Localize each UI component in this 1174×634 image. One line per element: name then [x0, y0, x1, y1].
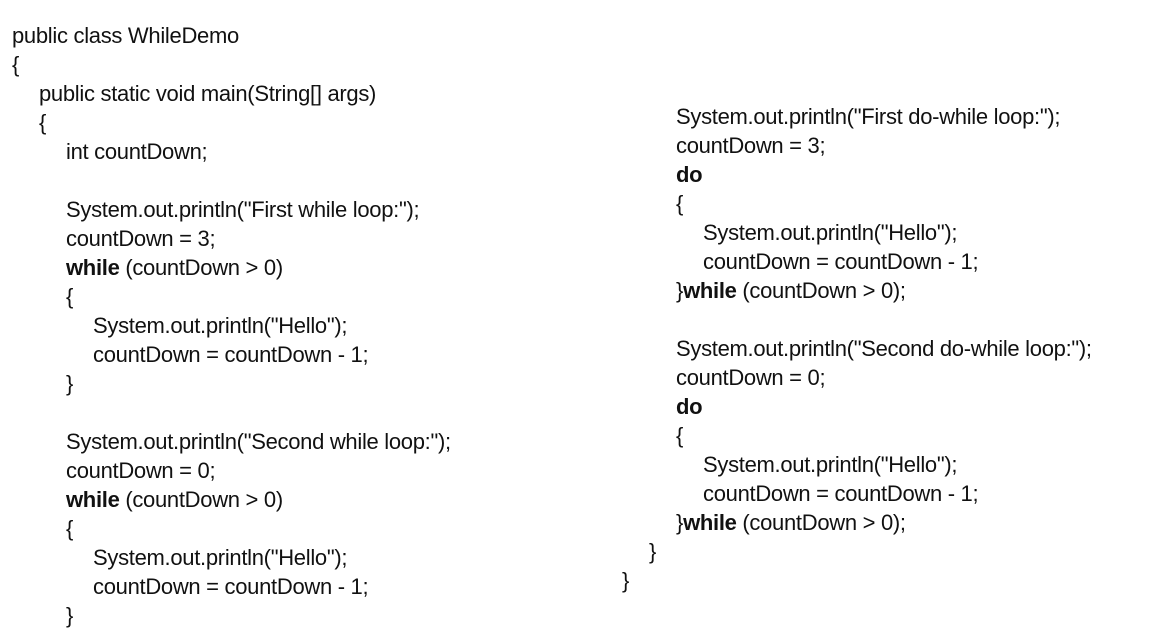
code-line: System.out.println("Second do-while loop… [676, 336, 1092, 362]
code-text: System.out.println("Hello"); [703, 220, 958, 245]
code-line: } [66, 603, 73, 629]
code-text: (countDown > 0); [736, 278, 906, 303]
code-text: (countDown > 0) [119, 487, 283, 512]
keyword-while: while [683, 278, 737, 303]
code-line: countDown = 0; [676, 365, 826, 391]
code-line: countDown = countDown - 1; [703, 249, 979, 275]
code-line: System.out.println("First while loop:"); [66, 197, 420, 223]
code-line: { [66, 284, 73, 310]
code-text: countDown = 0; [66, 458, 216, 483]
code-line: System.out.println("Hello"); [93, 545, 348, 571]
code-line: System.out.println("Hello"); [93, 313, 348, 339]
code-line: { [39, 110, 46, 136]
code-line: System.out.println("Hello"); [703, 452, 958, 478]
code-line: { [676, 191, 683, 217]
keyword-while: while [66, 255, 120, 280]
code-line: } [66, 371, 73, 397]
code-text: { [66, 516, 74, 541]
code-line: System.out.println("Hello"); [703, 220, 958, 246]
code-text: System.out.println("First do-while loop:… [676, 104, 1061, 129]
code-line: do [676, 162, 703, 188]
code-text: public static void main(String[] args) [39, 81, 377, 106]
code-line: System.out.println("First do-while loop:… [676, 104, 1060, 130]
code-line: countDown = 0; [66, 458, 216, 484]
code-line: countDown = countDown - 1; [93, 574, 369, 600]
code-text: { [39, 110, 47, 135]
code-text: { [12, 52, 20, 77]
code-text: countDown = countDown - 1; [93, 574, 369, 599]
keyword-do: do [676, 162, 703, 187]
keyword-do: do [676, 394, 703, 419]
code-text: System.out.println("First while loop:"); [66, 197, 420, 222]
code-text: (countDown > 0); [736, 510, 906, 535]
code-text: } [66, 371, 74, 396]
closing-brace: } [676, 510, 684, 535]
code-line: while (countDown > 0) [66, 487, 283, 513]
code-line: countDown = 3; [676, 133, 826, 159]
code-text: countDown = 0; [676, 365, 826, 390]
code-line: countDown = countDown - 1; [703, 481, 979, 507]
code-text: System.out.println("Hello"); [93, 545, 348, 570]
keyword-while: while [683, 510, 737, 535]
code-text: { [66, 284, 74, 309]
code-line: }while (countDown > 0); [676, 278, 906, 304]
code-line: { [66, 516, 73, 542]
code-line: int countDown; [66, 139, 208, 165]
code-text: { [676, 423, 684, 448]
code-line: public class WhileDemo [12, 23, 239, 49]
code-text: countDown = countDown - 1; [93, 342, 369, 367]
code-text: countDown = 3; [676, 133, 826, 158]
code-text: (countDown > 0) [119, 255, 283, 280]
code-line: do [676, 394, 703, 420]
keyword-while: while [66, 487, 120, 512]
code-text: } [622, 568, 630, 593]
code-text: } [649, 539, 657, 564]
code-text: countDown = 3; [66, 226, 216, 251]
code-line: countDown = 3; [66, 226, 216, 252]
code-line: countDown = countDown - 1; [93, 342, 369, 368]
code-line: }while (countDown > 0); [676, 510, 906, 536]
code-line: } [649, 539, 656, 565]
code-line: { [676, 423, 683, 449]
code-text: { [676, 191, 684, 216]
code-text: int countDown; [66, 139, 208, 164]
code-text: System.out.println("Second do-while loop… [676, 336, 1092, 361]
code-text: countDown = countDown - 1; [703, 249, 979, 274]
code-line: { [12, 52, 19, 78]
code-text: System.out.println("Hello"); [703, 452, 958, 477]
code-text: System.out.println("Hello"); [93, 313, 348, 338]
code-line: public static void main(String[] args) [39, 81, 376, 107]
code-text: public class WhileDemo [12, 23, 239, 48]
code-text: } [66, 603, 74, 628]
code-text: System.out.println("Second while loop:")… [66, 429, 451, 454]
code-line: while (countDown > 0) [66, 255, 283, 281]
code-line: } [622, 568, 629, 594]
code-line: System.out.println("Second while loop:")… [66, 429, 451, 455]
code-text: countDown = countDown - 1; [703, 481, 979, 506]
closing-brace: } [676, 278, 684, 303]
